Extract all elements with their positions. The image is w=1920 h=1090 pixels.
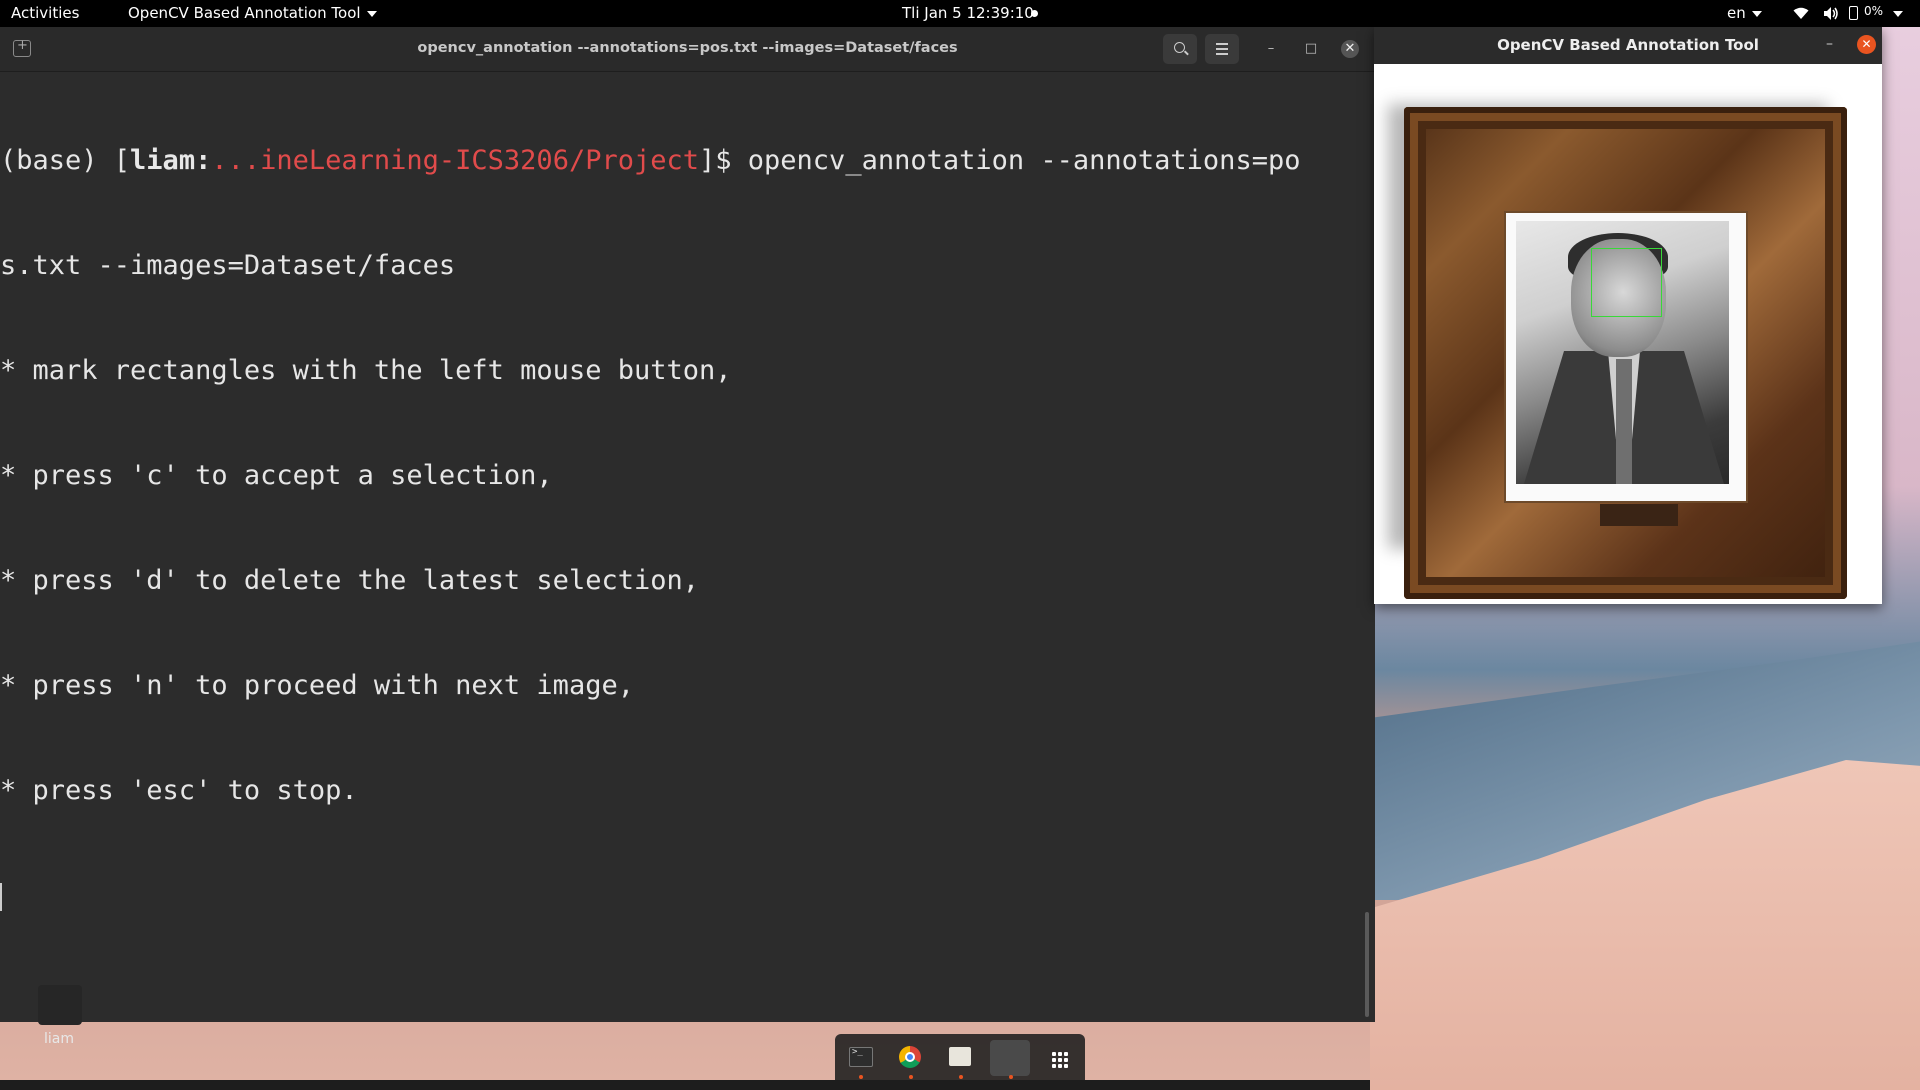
terminal-icon [849, 1047, 873, 1067]
hamburger-icon-bar [1216, 48, 1228, 50]
command-line: (base) [liam:...ineLearning-ICS3206/Proj… [0, 143, 1363, 178]
hamburger-icon [1216, 43, 1228, 45]
clock[interactable]: Tli Jan 5 12:39:10 [902, 4, 1034, 22]
prompt-path: ...ineLearning-ICS3206/Project [211, 145, 699, 176]
battery-icon[interactable] [1849, 6, 1858, 20]
chevron-down-icon [1751, 10, 1762, 17]
volume-icon[interactable] [1823, 6, 1839, 21]
minimize-button[interactable]: – [1262, 40, 1280, 58]
cursor-line [0, 878, 1363, 913]
show-apps-icon[interactable] [1040, 1040, 1080, 1076]
grid-dot [1052, 1052, 1056, 1056]
hamburger-icon-bar [1216, 53, 1228, 55]
top-bar: Activities OpenCV Based Annotation Tool … [0, 0, 1920, 27]
grid-dot [1058, 1064, 1062, 1068]
wifi-icon[interactable] [1793, 7, 1809, 20]
grid-dot [1052, 1058, 1056, 1062]
terminal-header[interactable]: opencv_annotation --annotations=pos.txt … [0, 27, 1375, 72]
frame-plaque [1600, 504, 1678, 526]
output-line: * press 'd' to delete the latest selecti… [0, 565, 699, 596]
picture-frame [1404, 107, 1847, 599]
command-line-wrap: s.txt --images=Dataset/faces [0, 250, 456, 281]
annotation-window-title: OpenCV Based Annotation Tool [1497, 36, 1759, 54]
dock-files[interactable] [940, 1040, 980, 1079]
dock-terminal[interactable] [840, 1040, 880, 1079]
portrait-tie [1616, 359, 1632, 484]
app-menu[interactable]: OpenCV Based Annotation Tool [128, 4, 377, 22]
prompt-end: ]$ [699, 145, 748, 176]
dock-chrome[interactable] [890, 1040, 930, 1079]
close-button[interactable]: ✕ [1341, 40, 1359, 58]
output-line: * mark rectangles with the left mouse bu… [0, 355, 732, 386]
terminal-window[interactable]: opencv_annotation --annotations=po s.txt … [0, 27, 1375, 1022]
selection-rectangle[interactable] [1591, 248, 1662, 317]
menu-button[interactable] [1205, 34, 1239, 64]
grid-dot [1064, 1052, 1068, 1056]
output-line: * press 'c' to accept a selection, [0, 460, 553, 491]
command-text: opencv_annotation --annotations=po [747, 145, 1301, 176]
grid-dot [1058, 1058, 1062, 1062]
grid-dot [1052, 1064, 1056, 1068]
running-indicator [1009, 1075, 1013, 1079]
prompt-env: (base) [ [0, 145, 131, 176]
maximize-button[interactable]: □ [1302, 40, 1320, 58]
files-icon [949, 1047, 971, 1066]
chevron-down-icon [366, 10, 377, 17]
notification-dot-icon [1031, 10, 1038, 17]
language-label: en [1727, 4, 1746, 22]
grid-dot [1058, 1052, 1062, 1056]
running-indicator [959, 1075, 963, 1079]
output-line: * press 'esc' to stop. [0, 775, 358, 806]
search-button[interactable] [1163, 34, 1197, 64]
language-selector[interactable]: en [1727, 4, 1762, 22]
running-indicator [909, 1075, 913, 1079]
annotation-image[interactable] [1374, 64, 1882, 604]
dock-opencv-window[interactable] [990, 1040, 1030, 1079]
grid-dot [1064, 1064, 1068, 1068]
app-menu-label: OpenCV Based Annotation Tool [128, 4, 361, 22]
activities-button[interactable]: Activities [11, 4, 79, 22]
chrome-icon [899, 1046, 921, 1068]
search-icon-handle [1184, 50, 1189, 56]
scrollbar[interactable] [1365, 912, 1369, 1017]
annotation-window-header[interactable]: OpenCV Based Annotation Tool – ✕ [1374, 27, 1882, 64]
close-button[interactable]: ✕ [1857, 35, 1876, 54]
text-cursor [0, 882, 2, 911]
chevron-down-icon[interactable] [1893, 11, 1903, 17]
output-line: * press 'n' to proceed with next image, [0, 670, 634, 701]
grid-dot [1064, 1058, 1068, 1062]
prompt-user: liam: [130, 145, 212, 176]
terminal-output[interactable]: (base) [liam:...ineLearning-ICS3206/Proj… [0, 73, 1363, 1022]
home-folder-icon[interactable] [38, 985, 82, 1025]
running-indicator [859, 1075, 863, 1079]
battery-percent: 0% [1864, 4, 1884, 18]
minimize-button[interactable]: – [1826, 36, 1833, 52]
home-folder-label[interactable]: liam [44, 1031, 74, 1047]
dock [835, 1034, 1085, 1080]
